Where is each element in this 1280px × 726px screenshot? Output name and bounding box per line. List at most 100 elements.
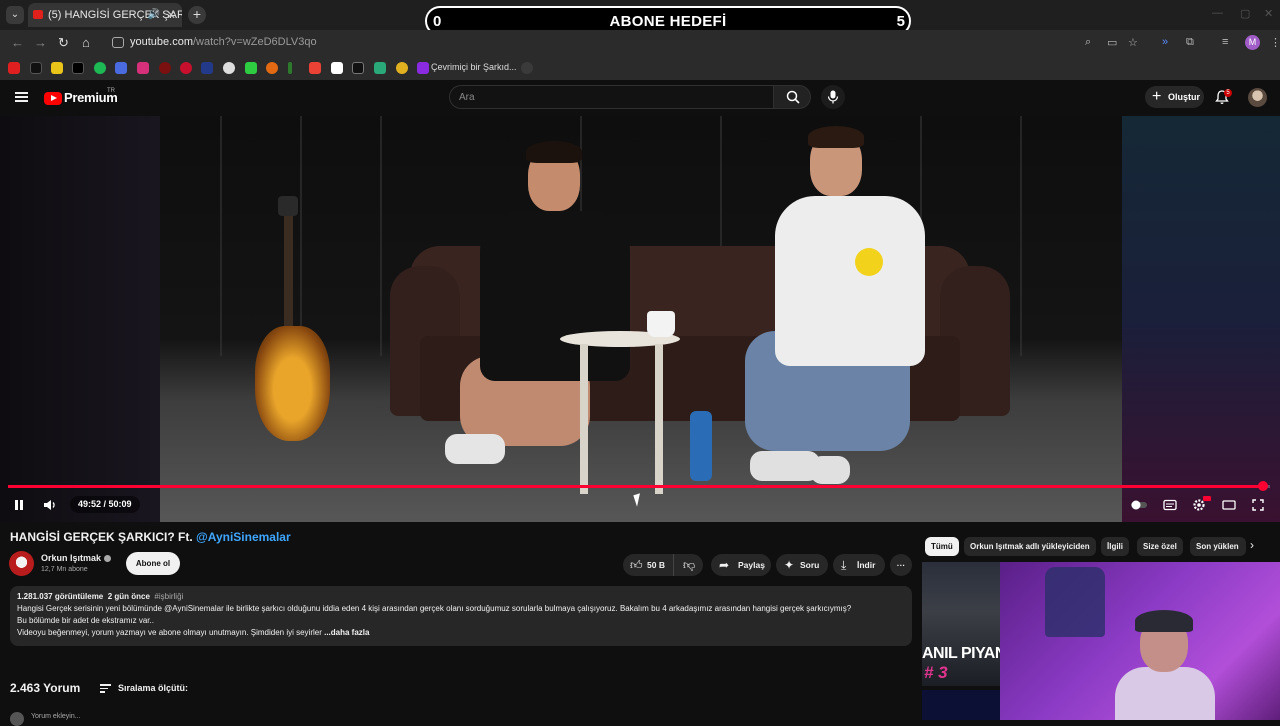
description-line-2: Bu bölümde bir adet de ekstramız var.. <box>17 616 154 625</box>
site-info-icon[interactable] <box>112 37 124 48</box>
guide-menu-icon[interactable] <box>15 92 28 102</box>
video-frame[interactable] <box>160 116 1122 522</box>
comment-user-avatar <box>10 712 24 726</box>
progress-bar[interactable] <box>8 481 1270 491</box>
bookmark-instagram-icon[interactable] <box>137 62 149 74</box>
zoom-icon[interactable]: ⌕ <box>1085 36 1091 49</box>
extension-translate-icon[interactable]: » <box>1162 36 1168 48</box>
bookmark-kick-icon[interactable] <box>245 62 257 74</box>
volume-icon[interactable] <box>43 499 57 511</box>
ask-button[interactable]: ✦ Soru <box>776 554 828 576</box>
reading-list-icon[interactable]: ≡ <box>1222 36 1228 48</box>
reload-icon[interactable]: ↻ <box>58 35 69 51</box>
account-avatar[interactable] <box>1248 88 1267 107</box>
bookmark-song-label[interactable]: Çevrimiçi bir Şarkıd... <box>431 62 517 72</box>
home-icon[interactable]: ⌂ <box>82 35 90 50</box>
bookmark-red-icon[interactable] <box>159 62 171 74</box>
new-tab-button[interactable]: + <box>188 6 206 24</box>
bookmark-blue-icon[interactable] <box>201 62 213 74</box>
forward-icon[interactable]: → <box>34 35 47 50</box>
create-button[interactable]: + Oluştur <box>1145 86 1204 108</box>
sort-icon[interactable] <box>100 684 111 693</box>
autoplay-toggle-icon[interactable] <box>1130 499 1148 511</box>
voice-search-button[interactable] <box>821 85 845 109</box>
url-host: youtube.com <box>130 36 193 48</box>
back-icon[interactable]: ← <box>11 35 24 50</box>
bookmark-song-icon[interactable] <box>417 62 429 74</box>
streamer-cap <box>1135 610 1193 632</box>
hd-badge <box>1203 496 1211 501</box>
bookmark-s-icon[interactable] <box>51 62 63 74</box>
bookmark-doc-icon[interactable] <box>331 62 343 74</box>
water-bottle <box>690 411 712 481</box>
guitar-neck <box>284 201 293 336</box>
bookmark-youtube-icon[interactable] <box>8 62 20 74</box>
like-button[interactable]: 👍︎ 50 B <box>623 554 673 576</box>
chip-for-you[interactable]: Size özel <box>1137 537 1183 556</box>
fullscreen-icon[interactable] <box>1252 499 1264 511</box>
chip-related[interactable]: İlgili <box>1101 537 1129 556</box>
hanging-shirt <box>1045 567 1105 637</box>
window-close-icon[interactable]: ✕ <box>1264 7 1273 20</box>
bookmark-x-icon[interactable] <box>72 62 84 74</box>
theater-mode-icon[interactable] <box>1222 499 1236 511</box>
bookmark-spotify-icon[interactable] <box>94 62 106 74</box>
more-actions-button[interactable]: ··· <box>890 554 912 576</box>
bookmark-tiktok-icon[interactable] <box>30 62 42 74</box>
url-text[interactable]: youtube.com/watch?v=wZeD6DLV3qo <box>130 36 317 48</box>
bookmark-star-icon[interactable]: ☆ <box>1128 36 1138 49</box>
bookmark-yellow-icon[interactable] <box>396 62 408 74</box>
speaker-icon[interactable]: 🔊 <box>148 3 160 27</box>
smiley-print <box>855 248 883 276</box>
add-comment-input[interactable]: Yorum ekleyin... <box>31 713 81 720</box>
subscribe-button[interactable]: Abone ol <box>126 552 180 575</box>
maximize-icon[interactable]: ▢ <box>1240 7 1250 20</box>
share-button[interactable]: ➦ Paylaş <box>711 554 771 576</box>
pause-icon[interactable] <box>13 499 25 511</box>
search-input[interactable] <box>459 90 759 105</box>
bookmark-pinterest-icon[interactable] <box>180 62 192 74</box>
progress-scrubber[interactable] <box>1257 481 1268 491</box>
bookmark-calendar-icon[interactable] <box>115 62 127 74</box>
extensions-icon[interactable]: ⧉ <box>1186 36 1194 49</box>
guitar-headstock <box>278 196 298 216</box>
bookmark-gmail-icon[interactable] <box>309 62 321 74</box>
chip-from-uploader[interactable]: Orkun Işıtmak adlı yükleyiciden <box>964 537 1096 556</box>
browser-tab[interactable]: (5) HANGİSİ GERÇEK ŞARKI 🔊 ✕ <box>28 3 182 27</box>
profile-avatar[interactable]: M <box>1245 35 1260 50</box>
browser-menu-icon[interactable]: ⋮ <box>1270 36 1280 49</box>
bookmark-sheets-icon[interactable] <box>374 62 386 74</box>
hashtag-link[interactable]: #işbirliği <box>154 592 183 601</box>
chevron-right-icon[interactable]: › <box>1250 538 1254 552</box>
youtube-logo-icon[interactable] <box>44 92 62 105</box>
title-mention-link[interactable]: @AyniSinemalar <box>196 530 291 544</box>
recommended-thumbnail[interactable]: ANIL PIYANC # 3 <box>922 562 1000 686</box>
download-label: İndir <box>857 560 876 570</box>
dislike-button[interactable]: 👎︎ <box>673 554 703 576</box>
bookmark-github-icon[interactable] <box>352 62 364 74</box>
tab-search-chevron-icon[interactable]: ⌄ <box>6 6 24 24</box>
show-more-link[interactable]: ...daha fazla <box>324 628 369 637</box>
minimize-icon[interactable]: — <box>1212 7 1223 19</box>
chip-all[interactable]: Tümü <box>925 537 959 556</box>
channel-avatar[interactable] <box>9 551 34 576</box>
recommended-thumbnail-2[interactable] <box>922 690 1000 720</box>
sort-by-button[interactable]: Sıralama ölçütü: <box>118 683 188 693</box>
download-button[interactable]: ⤓ İndir <box>833 554 885 576</box>
bookmark-dark-icon[interactable] <box>521 62 533 74</box>
video-player[interactable]: 49:52 / 50:09 <box>0 116 1280 522</box>
cast-icon[interactable]: ▭ <box>1107 36 1117 49</box>
bookmark-orange-icon[interactable] <box>266 62 278 74</box>
bookmark-leaf-icon[interactable] <box>288 62 292 74</box>
description-line-1: Hangisi Gerçek serisinin yeni bölümünde … <box>17 604 852 613</box>
tab-close-icon[interactable]: ✕ <box>166 3 176 27</box>
search-button[interactable] <box>773 85 811 109</box>
upload-age: 2 gün önce <box>107 592 150 601</box>
subtitles-icon[interactable] <box>1163 499 1177 511</box>
chip-recently-uploaded[interactable]: Son yüklen <box>1190 537 1246 556</box>
channel-name[interactable]: Orkun Işıtmak <box>41 553 112 563</box>
time-display: 49:52 / 50:09 <box>70 496 140 513</box>
notification-count-badge: 5 <box>1224 89 1232 97</box>
bookmark-white-icon[interactable] <box>223 62 235 74</box>
share-label: Paylaş <box>738 560 765 570</box>
